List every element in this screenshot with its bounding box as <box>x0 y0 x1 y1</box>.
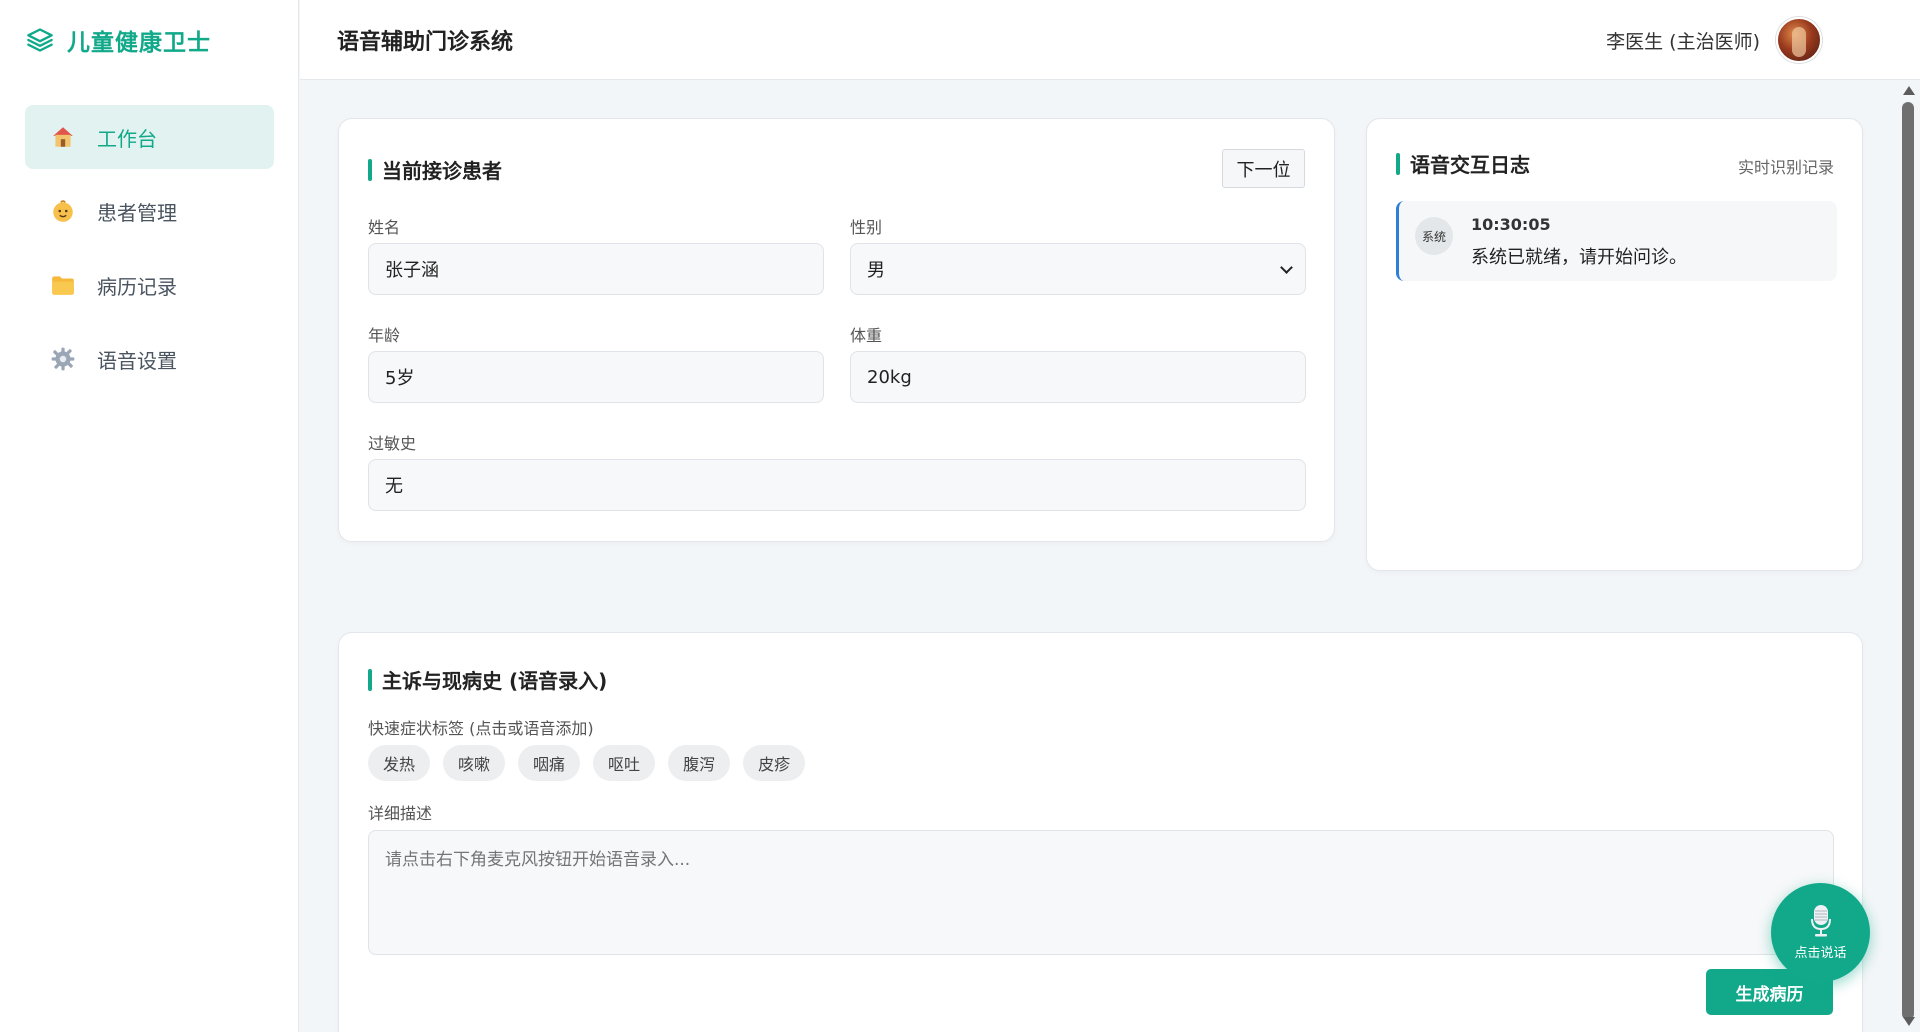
gender-select[interactable]: 男 <box>850 243 1306 295</box>
scroll-down-arrow-icon[interactable] <box>1903 1017 1915 1026</box>
current-patient-title: 当前接诊患者 <box>368 155 502 184</box>
mic-button[interactable]: 点击说话 <box>1771 883 1870 982</box>
next-patient-button[interactable]: 下一位 <box>1222 149 1305 188</box>
scroll-thumb[interactable] <box>1902 102 1914 1020</box>
allergy-label: 过敏史 <box>368 434 417 453</box>
sidebar-item-patients[interactable]: 患者管理 <box>25 179 274 243</box>
detail-label: 详细描述 <box>368 804 433 823</box>
name-field[interactable]: 张子涵 <box>368 243 824 295</box>
mic-label: 点击说话 <box>1794 946 1847 961</box>
user-name: 李医生 (主治医师) <box>1606 30 1760 53</box>
detail-textarea[interactable] <box>368 830 1834 955</box>
folder-icon <box>49 271 77 299</box>
weight-label: 体重 <box>850 326 883 345</box>
voice-log-card: 语音交互日志 实时识别记录 系统 10:30:05 系统已就绪，请开始问诊。 <box>1366 118 1863 571</box>
layers-icon <box>25 25 55 55</box>
age-label: 年龄 <box>368 326 401 345</box>
brand-name: 儿童健康卫士 <box>67 30 211 56</box>
scrollbar[interactable] <box>1898 80 1920 1032</box>
name-label: 姓名 <box>368 218 401 237</box>
scroll-up-arrow-icon[interactable] <box>1903 86 1915 95</box>
complaint-title: 主诉与现病史 (语音录入) <box>368 665 607 694</box>
symptom-tag[interactable]: 腹泻 <box>668 745 731 781</box>
sidebar-item-label: 语音设置 <box>97 348 177 373</box>
voice-log-title: 语音交互日志 <box>1396 149 1530 178</box>
sidebar-nav: 工作台 患者管理 病历记录 语音设置 <box>25 105 274 401</box>
symptom-tag[interactable]: 咽痛 <box>518 745 581 781</box>
current-patient-card: 当前接诊患者 下一位 姓名 张子涵 性别 男 年龄 5岁 体重 20kg 过敏史… <box>338 118 1335 542</box>
symptom-tag[interactable]: 咳嗽 <box>443 745 506 781</box>
gender-label: 性别 <box>850 218 883 237</box>
allergy-field[interactable]: 无 <box>368 459 1306 511</box>
weight-field[interactable]: 20kg <box>850 351 1306 403</box>
age-field[interactable]: 5岁 <box>368 351 824 403</box>
voice-log-subtitle: 实时识别记录 <box>1737 158 1834 177</box>
sidebar-item-voice-settings[interactable]: 语音设置 <box>25 327 274 391</box>
title-accent-bar <box>368 668 372 691</box>
symptom-tag[interactable]: 皮疹 <box>743 745 806 781</box>
symptom-tags-label: 快速症状标签 (点击或语音添加) <box>368 719 594 738</box>
symptom-tag[interactable]: 发热 <box>368 745 431 781</box>
system-badge: 系统 <box>1415 217 1453 255</box>
house-icon <box>49 123 77 151</box>
title-accent-bar <box>1396 152 1400 175</box>
sidebar-item-records[interactable]: 病历记录 <box>25 253 274 317</box>
log-message: 系统已就绪，请开始问诊。 <box>1471 247 1687 268</box>
page-title: 语音辅助门诊系统 <box>337 30 514 55</box>
top-header: 语音辅助门诊系统 李医生 (主治医师) <box>300 0 1920 80</box>
avatar[interactable] <box>1776 17 1822 63</box>
microphone-icon <box>1808 904 1834 938</box>
symptom-tag[interactable]: 呕吐 <box>593 745 656 781</box>
sidebar-item-label: 病历记录 <box>97 274 177 299</box>
sidebar-item-label: 患者管理 <box>97 200 177 225</box>
sidebar: 儿童健康卫士 工作台 患者管理 病历记录 语音设置 <box>0 0 299 1032</box>
log-timestamp: 10:30:05 <box>1471 215 1551 234</box>
complaint-card: 主诉与现病史 (语音录入) 快速症状标签 (点击或语音添加) 发热 咳嗽 咽痛 … <box>338 632 1863 1032</box>
log-entry: 系统 10:30:05 系统已就绪，请开始问诊。 <box>1396 201 1837 281</box>
symptom-tags: 发热 咳嗽 咽痛 呕吐 腹泻 皮疹 <box>368 745 806 781</box>
sidebar-item-workbench[interactable]: 工作台 <box>25 105 274 169</box>
baby-face-icon <box>49 197 77 225</box>
user-menu[interactable]: 李医生 (主治医师) <box>1606 17 1822 63</box>
chevron-down-icon <box>1280 261 1293 274</box>
gear-icon <box>49 345 77 373</box>
title-accent-bar <box>368 158 372 181</box>
brand[interactable]: 儿童健康卫士 <box>25 22 211 58</box>
sidebar-item-label: 工作台 <box>97 126 157 151</box>
